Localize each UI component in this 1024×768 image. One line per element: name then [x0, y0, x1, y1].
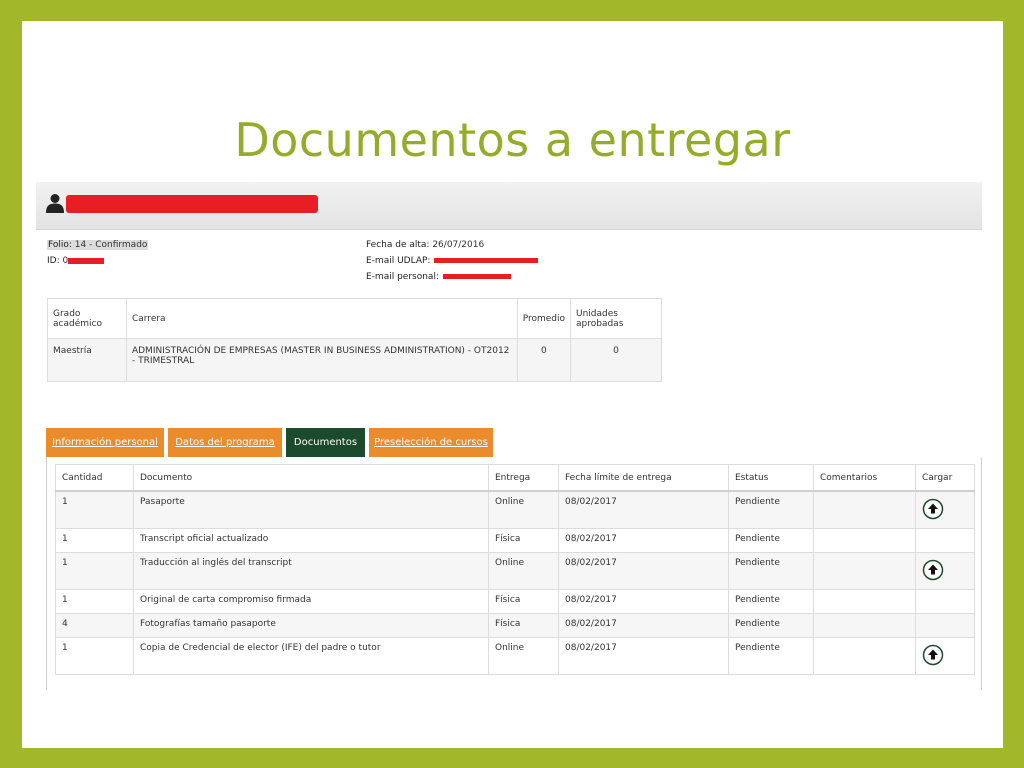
tab-documentos[interactable]: Documentos: [286, 428, 365, 457]
header-comentarios: Comentarios: [813, 464, 916, 492]
document-comentarios: [813, 613, 916, 638]
header-unidades: Unidades aprobadas: [570, 298, 662, 339]
header-cargar: Cargar: [915, 464, 975, 492]
document-cargar-cell: [915, 613, 975, 638]
student-header-bar: [36, 182, 982, 230]
document-fecha: 08/02/2017: [558, 528, 729, 553]
program-table: Grado académico Carrera Promedio Unidade…: [47, 298, 662, 382]
header-estatus: Estatus: [728, 464, 814, 492]
document-comentarios: [813, 589, 916, 614]
tab-datos-programa[interactable]: Datos del programa: [168, 428, 282, 457]
document-row: 1 Pasaporte Online 08/02/2017 Pendiente: [55, 490, 975, 529]
student-name-redaction: [66, 195, 318, 213]
document-row: 1 Original de carta compromiso firmada Fís…: [55, 589, 975, 614]
grado-value: Maestría: [47, 338, 127, 382]
document-comentarios: [813, 490, 916, 529]
document-row: 4 Fotografías tamaño pasaporte Física 08/02…: [55, 613, 975, 638]
document-entrega: Física: [488, 528, 559, 553]
document-documento: Traducción al inglés del transcript: [133, 552, 489, 590]
header-cantidad: Cantidad: [55, 464, 134, 492]
documents-table: Cantidad Documento Entrega Fecha límite …: [55, 464, 975, 675]
document-fecha: 08/02/2017: [558, 589, 729, 614]
document-comentarios: [813, 637, 916, 675]
documents-table-header: Cantidad Documento Entrega Fecha límite …: [55, 464, 975, 492]
email-personal-redaction: [442, 274, 511, 279]
document-cantidad: 1: [55, 637, 134, 675]
document-estatus: Pendiente: [728, 637, 814, 675]
header-promedio: Promedio: [516, 298, 572, 339]
document-cantidad: 1: [55, 589, 134, 614]
upload-arrow-icon[interactable]: [922, 559, 944, 581]
upload-arrow-icon[interactable]: [922, 644, 944, 666]
document-documento: Pasaporte: [133, 490, 489, 529]
folio-label: Folio:: [48, 240, 72, 250]
id-row: ID: 0: [47, 256, 105, 266]
email-udlap-label: E-mail UDLAP:: [366, 256, 431, 266]
folio-row: Folio: 14 - Confirmado: [47, 240, 149, 250]
document-entrega: Física: [488, 589, 559, 614]
email-udlap-row: E-mail UDLAP:: [366, 256, 539, 266]
document-estatus: Pendiente: [728, 589, 814, 614]
id-label: ID:: [47, 256, 60, 266]
document-cargar-cell: [915, 552, 975, 590]
document-estatus: Pendiente: [728, 552, 814, 590]
id-redaction: [68, 257, 105, 264]
document-fecha: 08/02/2017: [558, 552, 729, 590]
document-comentarios: [813, 552, 916, 590]
email-udlap-redaction: [434, 258, 539, 263]
email-personal-label: E-mail personal:: [366, 272, 439, 282]
document-fecha: 08/02/2017: [558, 490, 729, 529]
header-documento: Documento: [133, 464, 489, 492]
folio-value: 14 - Confirmado: [74, 240, 148, 250]
document-documento: Original de carta compromiso firmada: [133, 589, 489, 614]
document-estatus: Pendiente: [728, 490, 814, 529]
document-entrega: Online: [488, 637, 559, 675]
header-fecha-limite: Fecha límite de entrega: [558, 464, 729, 492]
document-documento: Transcript oficial actualizado: [133, 528, 489, 553]
document-cargar-cell: [915, 637, 975, 675]
header-carrera: Carrera: [125, 298, 518, 339]
program-table-header: Grado académico Carrera Promedio Unidade…: [47, 298, 662, 339]
document-cantidad: 1: [55, 552, 134, 590]
document-entrega: Online: [488, 490, 559, 529]
document-entrega: Online: [488, 552, 559, 590]
email-personal-row: E-mail personal:: [366, 272, 511, 282]
document-fecha: 08/02/2017: [558, 613, 729, 638]
header-entrega: Entrega: [488, 464, 559, 492]
document-cantidad: 1: [55, 528, 134, 553]
document-row: 1 Traducción al inglés del transcript Onli…: [55, 552, 975, 590]
document-comentarios: [813, 528, 916, 553]
header-grado: Grado académico: [47, 298, 127, 339]
tab-informacion-personal[interactable]: Información personal: [46, 428, 164, 457]
document-cargar-cell: [915, 589, 975, 614]
document-documento: Fotografías tamaño pasaporte: [133, 613, 489, 638]
document-documento: Copia de Credencial de elector (IFE) del…: [133, 637, 489, 675]
document-row: 1 Copia de Credencial de elector (IFE) de…: [55, 637, 975, 675]
user-silhouette-icon: [46, 194, 64, 213]
fecha-alta-value: 26/07/2016: [432, 240, 485, 250]
document-estatus: Pendiente: [728, 528, 814, 553]
fecha-alta-row: Fecha de alta: 26/07/2016: [366, 240, 484, 250]
fecha-alta-label: Fecha de alta:: [366, 240, 430, 250]
slide-title: Documentos a entregar: [234, 113, 791, 167]
carrera-value: ADMINISTRACIÓN DE EMPRESAS (MASTER IN BU…: [125, 338, 518, 382]
promedio-value: 0: [516, 338, 572, 382]
slide: Documentos a entregar Folio: 14 - Confir…: [22, 21, 1003, 748]
upload-arrow-icon[interactable]: [922, 498, 944, 520]
document-cargar-cell: [915, 528, 975, 553]
document-row: 1 Transcript oficial actualizado Física 08/…: [55, 528, 975, 553]
unidades-value: 0: [570, 338, 662, 382]
document-cantidad: 4: [55, 613, 134, 638]
document-cargar-cell: [915, 490, 975, 529]
document-cantidad: 1: [55, 490, 134, 529]
document-entrega: Física: [488, 613, 559, 638]
tab-preseleccion-cursos[interactable]: Preselección de cursos: [369, 428, 493, 457]
document-fecha: 08/02/2017: [558, 637, 729, 675]
document-estatus: Pendiente: [728, 613, 814, 638]
program-table-row: Maestría ADMINISTRACIÓN DE EMPRESAS (MAS…: [47, 338, 662, 382]
